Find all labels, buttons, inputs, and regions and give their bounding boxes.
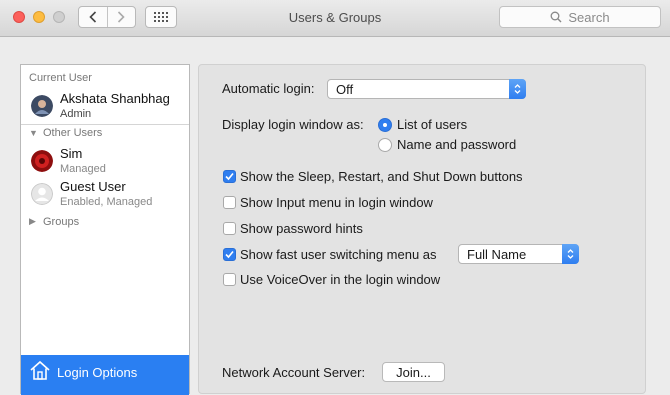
join-button[interactable]: Join... — [382, 362, 445, 382]
current-user-header: Current User — [29, 72, 92, 84]
search-icon — [550, 11, 562, 23]
checkbox-label: Use VoiceOver in the login window — [240, 272, 441, 287]
sidebar-divider — [21, 124, 189, 125]
sidebar-item-guest-user[interactable]: Guest User Enabled, Managed — [31, 179, 186, 211]
updown-arrows-icon — [562, 244, 579, 264]
checkbox-label: Show fast user switching menu as — [240, 247, 437, 262]
checkbox-show-sleep-restart-shutdown[interactable] — [223, 170, 236, 183]
radio-name-and-password-label: Name and password — [397, 137, 517, 152]
user-avatar-icon — [31, 150, 53, 172]
radio-list-of-users-label: List of users — [397, 117, 468, 132]
house-icon — [30, 360, 50, 380]
guest-avatar-icon — [31, 183, 53, 205]
current-user-name: Akshata Shanbhag — [60, 91, 170, 106]
updown-arrows-icon — [509, 79, 526, 99]
checkbox-label: Show Input menu in login window — [240, 195, 433, 210]
sidebar-item-groups[interactable]: Groups — [43, 216, 79, 228]
checkbox-show-input-menu[interactable] — [223, 196, 236, 209]
checkbox-show-password-hints[interactable] — [223, 222, 236, 235]
checkbox-fast-user-switching[interactable] — [223, 248, 236, 261]
user-status: Managed — [60, 163, 106, 175]
radio-name-and-password[interactable] — [378, 138, 392, 152]
search-input[interactable]: Search — [499, 6, 661, 28]
user-name: Sim — [60, 146, 83, 161]
radio-list-of-users[interactable] — [378, 118, 392, 132]
window-toolbar: Users & Groups Search — [0, 0, 670, 37]
user-avatar-icon — [31, 95, 53, 117]
user-name: Guest User — [60, 179, 126, 194]
sidebar-item-user-sim[interactable]: Sim Managed — [31, 146, 186, 178]
fast-switch-value: Full Name — [467, 247, 527, 262]
display-login-label: Display login window as: — [222, 117, 364, 132]
sidebar-item-current-user[interactable]: Akshata Shanbhag Admin — [31, 91, 186, 123]
users-sidebar: Current User Akshata Shanbhag Admin ▼ Ot… — [20, 64, 190, 395]
disclosure-open-icon[interactable]: ▼ — [29, 128, 38, 138]
other-users-header: Other Users — [43, 127, 103, 139]
user-status: Enabled, Managed — [60, 196, 153, 208]
automatic-login-label: Automatic login: — [222, 81, 315, 96]
fast-switch-popup[interactable]: Full Name — [458, 244, 579, 264]
sidebar-item-login-options[interactable]: Login Options — [21, 355, 189, 395]
current-user-role: Admin — [60, 108, 92, 120]
checkbox-label: Show the Sleep, Restart, and Shut Down b… — [240, 169, 523, 184]
automatic-login-value: Off — [336, 82, 354, 97]
network-account-server-label: Network Account Server: — [222, 365, 366, 380]
checkmark-icon — [225, 172, 234, 181]
disclosure-closed-icon[interactable]: ▶ — [29, 216, 36, 227]
search-placeholder: Search — [568, 9, 610, 25]
login-options-label: Login Options — [57, 365, 138, 380]
checkbox-use-voiceover[interactable] — [223, 273, 236, 286]
automatic-login-popup[interactable]: Off — [327, 79, 526, 99]
checkmark-icon — [225, 250, 234, 259]
checkbox-label: Show password hints — [240, 221, 363, 236]
